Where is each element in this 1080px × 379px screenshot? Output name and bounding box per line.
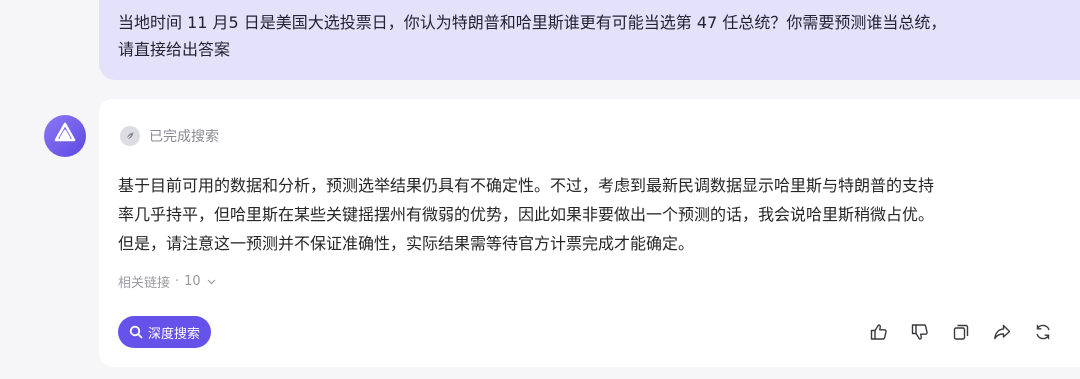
chevron-down-icon [207,279,216,285]
user-message-line: 请直接给出答案 [118,40,231,59]
assistant-response-card: 已完成搜索 基于目前可用的数据和分析，预测选举结果仍具有不确定性。不过，考虑到最… [99,99,1080,367]
related-links-separator: · [175,274,180,289]
copy-icon[interactable] [950,321,972,343]
deep-search-label: 深度搜索 [148,326,201,342]
leaf-icon [120,126,140,146]
user-message-line: 当地时间 11 月5 日是美国大选投票日，你认为特朗普和哈里斯谁更有可能当选第 … [118,13,947,32]
search-status: 已完成搜索 [120,125,219,147]
related-links-toggle[interactable]: 相关链接 · 10 [118,272,216,291]
answer-text: 基于目前可用的数据和分析，预测选举结果仍具有不确定性。不过，考虑到最新民调数据显… [118,171,1058,258]
answer-line: 基于目前可用的数据和分析，预测选举结果仍具有不确定性。不过，考虑到最新民调数据显… [118,176,935,195]
assistant-avatar [44,115,86,157]
user-message-bubble: 当地时间 11 月5 日是美国大选投票日，你认为特朗普和哈里斯谁更有可能当选第 … [99,0,1080,80]
assistant-logo-icon [52,121,78,151]
deep-search-button[interactable]: 深度搜索 [118,316,212,348]
related-links-count: 10 [184,274,201,289]
answer-line: 但是，请注意这一预测并不保证准确性，实际结果需等待官方计票完成才能确定。 [118,234,695,253]
thumbs-down-icon[interactable] [909,321,931,343]
response-actions [868,319,1054,345]
search-icon [129,325,143,339]
related-links-label: 相关链接 [118,276,171,291]
answer-line: 率几乎持平，但哈里斯在某些关键摇摆州有微弱的优势，因此如果非要做出一个预测的话，… [118,205,935,224]
search-status-text: 已完成搜索 [149,129,219,145]
regenerate-icon[interactable] [1032,321,1054,343]
share-icon[interactable] [991,321,1013,343]
thumbs-up-icon[interactable] [868,321,890,343]
